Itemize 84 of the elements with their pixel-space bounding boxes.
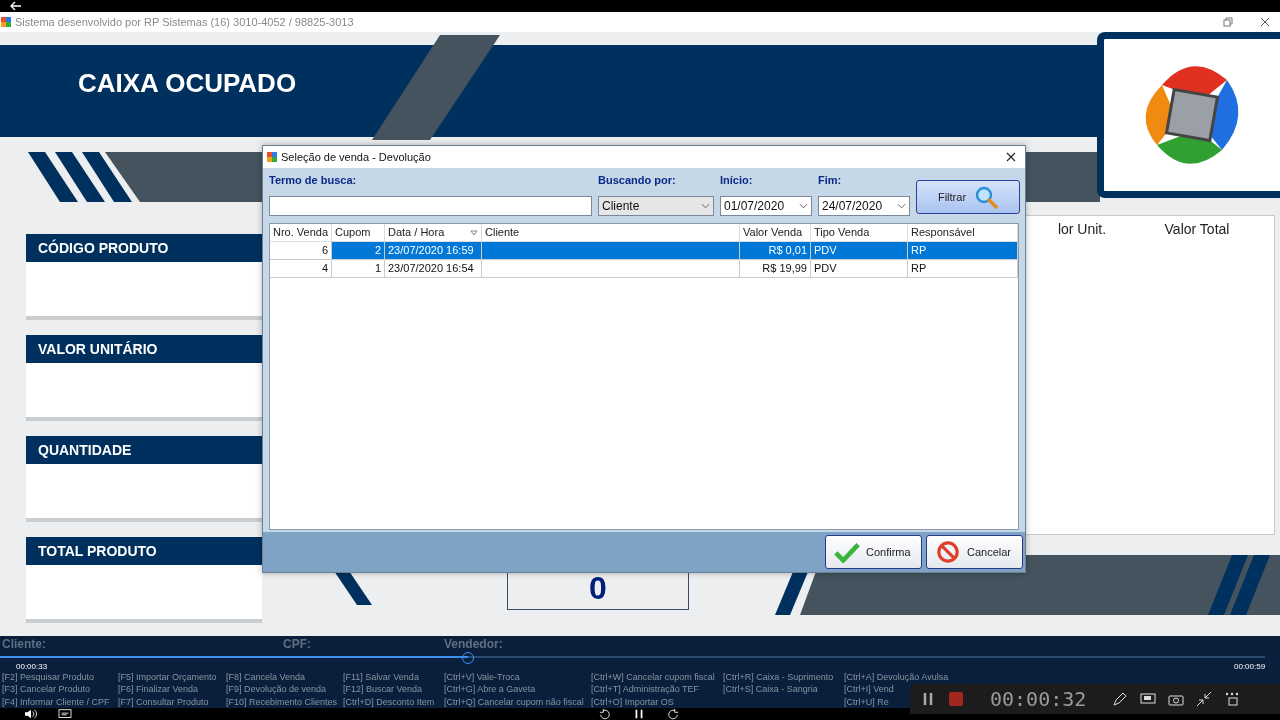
shortcut-hint: [F10] Recebimento Clientes xyxy=(226,695,338,708)
back-icon[interactable] xyxy=(10,1,22,11)
app-icon xyxy=(0,16,12,28)
search-by-label: Buscando por: xyxy=(598,174,677,186)
chevron-icon xyxy=(897,203,906,209)
table-cell: 2 xyxy=(332,242,385,260)
volume-icon[interactable] xyxy=(24,708,38,720)
customer-label: CPF: xyxy=(283,637,311,651)
shortcut-hint: [Ctrl+S] Caixa - Sangria xyxy=(723,683,818,696)
sale-row[interactable]: 4 1 23/07/2020 16:54 R$ 19,99 PDV RP xyxy=(270,260,1018,278)
shortcut-hint: [F4] Informar Cliente / CPF xyxy=(2,695,110,708)
end-date-picker[interactable]: 24/07/2020 xyxy=(818,196,910,216)
column-header: lor Unit. xyxy=(1056,220,1108,239)
search-field[interactable] xyxy=(269,196,592,216)
chevron-icon xyxy=(799,203,808,209)
dialog-title: Seleção de venda - Devolução xyxy=(281,151,431,163)
customer-label: Vendedor: xyxy=(444,637,503,651)
sort-icon xyxy=(470,229,478,236)
screen-icon[interactable] xyxy=(1140,691,1157,707)
shortcut-hint: [F11] Salvar Venda xyxy=(343,671,419,684)
table-cell: 23/07/2020 16:54 xyxy=(385,260,482,278)
checkmark-icon xyxy=(834,541,860,563)
field-label: CÓDIGO PRODUTO xyxy=(26,234,262,262)
prohibited-icon xyxy=(935,541,961,563)
table-cell: PDV xyxy=(811,260,908,278)
close-icon[interactable] xyxy=(1260,17,1270,27)
field-label: QUANTIDADE xyxy=(26,436,262,464)
column-header: Valor Total xyxy=(1163,220,1231,239)
field-label: TOTAL PRODUTO xyxy=(26,537,262,565)
forward-icon[interactable] xyxy=(666,708,680,720)
shortcut-hint: [Ctrl+V] Vale-Troca xyxy=(444,671,520,684)
shortcut-hint: [Ctrl+T] Administração TEF xyxy=(591,683,700,696)
shortcut-hint: [Ctrl+D] Desconto Item xyxy=(343,695,435,708)
pen-icon[interactable] xyxy=(1112,691,1129,707)
table-cell: 4 xyxy=(270,260,332,278)
shortcut-hint: [F12] Buscar Venda xyxy=(343,683,423,696)
shortcut-hint: [Ctrl+R] Caixa - Suprimento xyxy=(723,671,834,684)
confirm-button[interactable]: Confirma xyxy=(825,535,922,569)
table-cell: R$ 0,01 xyxy=(740,242,811,260)
duration-time: 00:00:59 xyxy=(1234,662,1266,671)
shortcut-hint: [F3] Cancelar Produto xyxy=(2,683,91,696)
shortcut-hint: [Ctrl+I] Vend xyxy=(844,683,894,696)
more-icon[interactable] xyxy=(1224,691,1241,707)
start-date-picker[interactable]: 01/07/2020 xyxy=(720,196,812,216)
start-date-label: Início: xyxy=(720,174,754,186)
rewind-icon[interactable] xyxy=(598,708,612,720)
shortcut-hint: [F9] Devolução de venda xyxy=(226,683,327,696)
customer-label: Cliente: xyxy=(2,637,46,651)
shortcut-hint: [Ctrl+W] Cancelar cupom fiscal xyxy=(591,671,715,684)
app-icon xyxy=(266,151,278,163)
search-by-dropdown[interactable]: Cliente xyxy=(598,196,714,216)
recording-timer: 00:00:32 xyxy=(990,687,1087,711)
filter-button[interactable]: Filtrar xyxy=(916,180,1020,214)
cancel-button[interactable]: Cancelar xyxy=(926,535,1023,569)
window-title: Sistema desenvolvido por RP Sistemas (16) 3010-4052 / 98825-3013 xyxy=(15,16,354,28)
shortcut-hint: [Ctrl+A] Devolução Avulsa xyxy=(844,671,949,684)
sale-row[interactable]: 6 2 23/07/2020 16:59 R$ 0,01 PDV RP xyxy=(270,242,1018,260)
restore-icon[interactable] xyxy=(1223,17,1233,27)
chevron-icon xyxy=(701,203,710,209)
field-label: VALOR UNITÁRIO xyxy=(26,335,262,363)
shortcut-hint: [Ctrl+O] Importar OS xyxy=(591,695,674,708)
close-icon[interactable] xyxy=(1006,152,1016,162)
table-cell: 23/07/2020 16:59 xyxy=(385,242,482,260)
table-cell: RP xyxy=(908,260,1018,278)
table-cell: 1 xyxy=(332,260,385,278)
shortcut-hint: [Ctrl+U] Re xyxy=(844,695,889,708)
table-cell: PDV xyxy=(811,242,908,260)
screen-title: CAIXA OCUPADO xyxy=(78,68,297,98)
shortcut-hint: [F5] Importar Orçamento xyxy=(118,671,217,684)
table-cell: R$ 19,99 xyxy=(740,260,811,278)
table-cell: 6 xyxy=(270,242,332,260)
captions-icon[interactable] xyxy=(58,708,72,720)
shortcut-hint: [F6] Finalizar Venda xyxy=(118,683,199,696)
search-label: Termo de busca: xyxy=(269,174,358,186)
shortcut-hint: [F8] Cancela Venda xyxy=(226,671,306,684)
search-icon xyxy=(974,185,999,209)
shortcut-hint: [F7] Consultar Produto xyxy=(118,695,209,708)
collapse-icon[interactable] xyxy=(1196,691,1213,707)
end-date-label: Fim: xyxy=(818,174,843,186)
shortcut-hint: [Ctrl+G] Abre a Gaveta xyxy=(444,683,536,696)
elapsed-time: 00:00:33 xyxy=(16,662,48,671)
shortcut-hint: [Ctrl+Q] Cancelar cupom não fiscal xyxy=(444,695,584,708)
table-cell: RP xyxy=(908,242,1018,260)
shortcut-hint: [F2] Pesquisar Produto xyxy=(2,671,95,684)
